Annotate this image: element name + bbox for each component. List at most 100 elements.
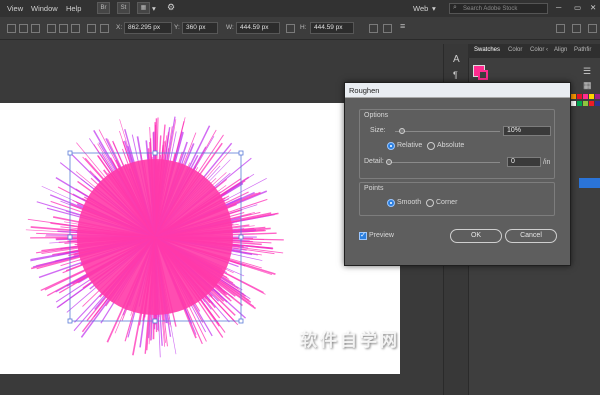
selection-handle[interactable] [67,318,73,324]
align-middle-icon[interactable] [59,24,68,33]
selection-handle[interactable] [238,234,244,240]
panel-arrange-icon[interactable] [556,24,565,33]
corner-radio[interactable] [426,199,434,207]
align-top-icon[interactable] [47,24,56,33]
dialog-titlebar[interactable]: Roughen [345,83,570,98]
starburst-core [77,159,233,315]
ok-button[interactable]: OK [450,229,502,243]
menu-view[interactable]: View [7,4,23,13]
tab-color[interactable]: Color [508,47,522,53]
panel-tabs: Swatches Color Color ‹ Align Pathfir [468,44,600,58]
character-panel-icon[interactable]: A [453,54,460,65]
swatch-cell[interactable] [577,101,582,106]
preview-checkbox[interactable]: ✓ [359,232,367,240]
search-placeholder: Search Adobe Stock [463,6,518,12]
transform-icon[interactable] [87,24,96,33]
size-input[interactable]: 10% [503,126,551,136]
menu-window[interactable]: Window [31,4,58,13]
selection-handle[interactable] [238,150,244,156]
size-slider-track[interactable] [395,131,500,132]
maximize-icon[interactable]: ▭ [574,3,581,12]
swatch-cell[interactable] [571,94,576,99]
minimize-icon[interactable]: ─ [556,3,561,12]
points-heading: Points [364,185,384,192]
workspace-switcher[interactable]: Web [413,4,428,13]
arrange-documents-icon[interactable]: ▦ [137,2,150,14]
watermark-logo: 软件自学网 WWW.RJZXW.COM [300,331,400,359]
align-right-icon[interactable] [31,24,40,33]
smooth-radio[interactable] [387,199,395,207]
flip-icon[interactable] [383,24,392,33]
control-bar: X: 862.295 px Y: 360 px W: 444.59 px H: … [0,17,600,40]
selection-handle[interactable] [67,150,73,156]
x-label: X: [116,24,123,31]
align-center-icon[interactable] [19,24,28,33]
h-label: H: [300,24,307,31]
search-icon: ⌕ [453,4,457,11]
menu-help[interactable]: Help [66,4,81,13]
preview-label[interactable]: Preview [369,232,394,239]
swatch-cell[interactable] [577,94,582,99]
search-input[interactable]: ⌕ Search Adobe Stock [449,3,548,14]
swatch-cell[interactable] [583,101,588,106]
tab-pathfinder[interactable]: Pathfir [574,47,591,53]
corner-label[interactable]: Corner [436,199,457,206]
list-view-icon[interactable]: ☰ [583,66,591,77]
menu-bar: View Window Help Br St ▦ ▾ ⚙ Web ▾ ⌕ Sea… [0,0,600,17]
selected-layer-highlight[interactable] [579,178,600,188]
absolute-radio[interactable] [427,142,435,150]
constrain-proportions-icon[interactable] [286,24,295,33]
cancel-button[interactable]: Cancel [505,229,557,243]
swatch-cell[interactable] [589,101,594,106]
detail-label: Detail: [364,158,384,165]
tab-color-guide[interactable]: Color ‹ [530,47,548,53]
selection-handle[interactable] [152,318,158,324]
more-options-icon[interactable] [588,24,597,33]
detail-slider-knob[interactable] [386,159,392,165]
selection-handle[interactable] [238,318,244,324]
bridge-app-icon[interactable]: Br [97,2,110,14]
gpu-performance-icon[interactable]: ⚙ [167,2,175,13]
relative-radio[interactable] [387,142,395,150]
selection-handle[interactable] [67,234,73,240]
dialog-title: Roughen [349,86,380,95]
options-heading: Options [364,112,389,119]
smooth-label[interactable]: Smooth [397,199,421,206]
roughen-dialog: Options Size: 10% Relative Absolute Deta… [344,82,571,266]
close-icon[interactable]: ✕ [590,3,596,12]
swatch-cell[interactable] [595,94,600,99]
h-field[interactable]: 444.59 px [310,22,354,34]
w-field[interactable]: 444.59 px [236,22,280,34]
absolute-label[interactable]: Absolute [437,142,464,149]
relative-label[interactable]: Relative [397,142,422,149]
swatch-cell[interactable] [589,94,594,99]
grid-view-icon[interactable]: ▦ [583,80,592,91]
roughened-starburst-artwork[interactable] [0,90,320,370]
align-left-icon[interactable] [7,24,16,33]
transform-options-icon[interactable] [369,24,378,33]
detail-slider-track[interactable] [387,162,500,163]
detail-unit: /in [543,159,551,166]
swatch-cell[interactable] [571,101,576,106]
tab-align[interactable]: Align [554,47,567,53]
tab-swatches[interactable]: Swatches [474,47,500,53]
chevron-down-icon[interactable]: ▾ [152,4,156,13]
align-bottom-icon[interactable] [71,24,80,33]
workspace-chevron-icon[interactable]: ▾ [432,4,436,13]
y-label: Y: [174,24,180,31]
reference-point-icon[interactable] [100,24,109,33]
layout-icon[interactable] [572,24,581,33]
swatch-cell[interactable] [595,101,600,106]
w-label: W: [226,24,234,31]
x-field[interactable]: 862.295 px [124,22,172,34]
stroke-color-swatch[interactable] [478,70,488,80]
size-label: Size: [370,127,386,134]
menu-toggle-icon[interactable]: ≡ [400,21,405,31]
stock-app-icon[interactable]: St [117,2,130,14]
swatch-grid[interactable] [571,94,600,116]
detail-input[interactable]: 0 [507,157,541,167]
paragraph-panel-icon[interactable]: ¶ [453,70,458,80]
selection-handle[interactable] [152,150,158,156]
swatch-cell[interactable] [583,94,588,99]
y-field[interactable]: 360 px [182,22,218,34]
